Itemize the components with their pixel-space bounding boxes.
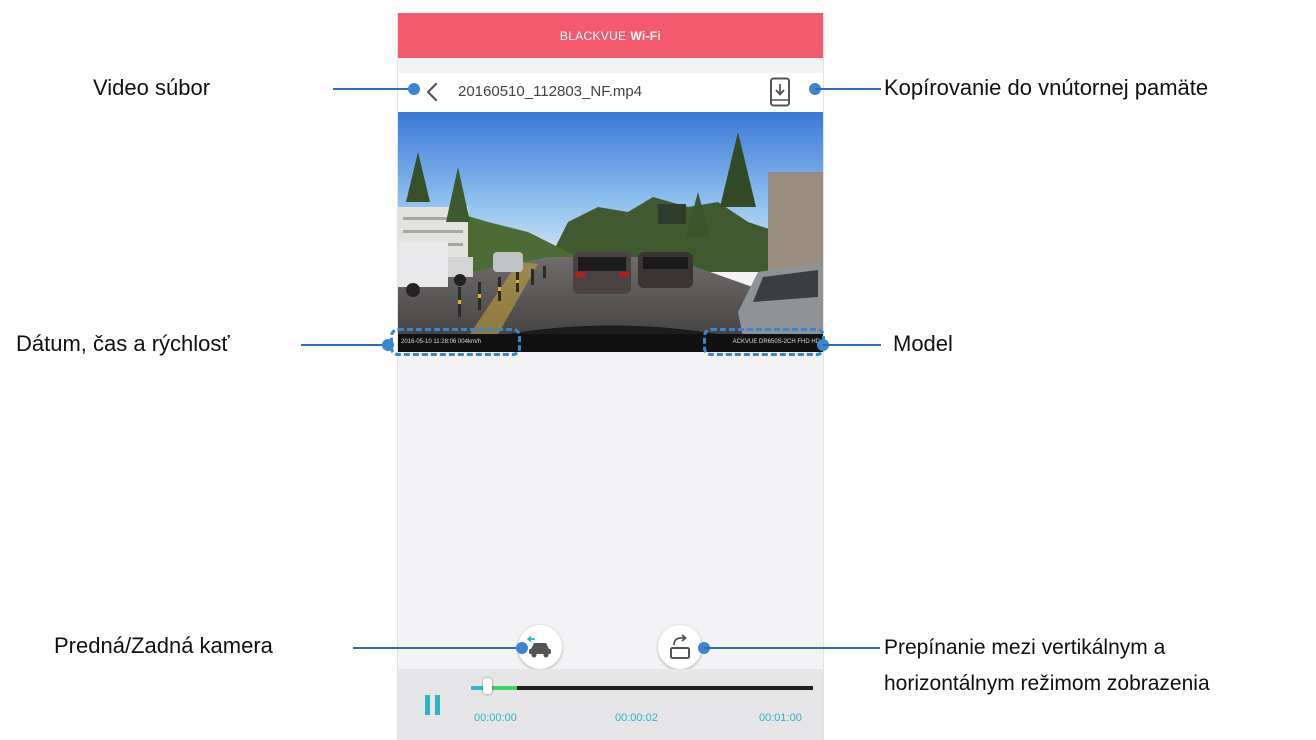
pause-button[interactable] bbox=[425, 695, 441, 715]
pause-icon bbox=[425, 695, 430, 715]
progress-buffered bbox=[489, 686, 517, 690]
time-current: 00:00:02 bbox=[615, 712, 658, 724]
marker-video-file bbox=[408, 83, 420, 95]
progress-thumb[interactable] bbox=[483, 678, 492, 694]
annotation-orientation-line2: horizontálnym režimom zobrazenia bbox=[884, 672, 1210, 695]
time-start: 00:00:00 bbox=[474, 712, 517, 724]
leader-video-file bbox=[333, 88, 413, 90]
playback-bar: 00:00:00 00:00:02 00:01:00 bbox=[398, 669, 823, 740]
app-title-bold: Wi-Fi bbox=[630, 28, 662, 43]
rotate-screen-button[interactable] bbox=[658, 625, 702, 669]
time-end: 00:01:00 bbox=[759, 712, 802, 724]
annotation-orientation-line1: Prepínanie mezi vertikálnym a bbox=[884, 636, 1166, 659]
app-title: BLACKVUE bbox=[559, 28, 627, 43]
annotation-copy-internal: Kopírovanie do vnútornej pamäte bbox=[884, 75, 1209, 100]
video-player-frame[interactable]: 2016-05-10 11:28:06 004km/h ACKVUE DR650… bbox=[398, 112, 823, 352]
file-name: 20160510_112803_NF.mp4 bbox=[458, 83, 643, 100]
file-bar: 20160510_112803_NF.mp4 bbox=[398, 73, 823, 112]
progress-track[interactable] bbox=[471, 686, 813, 690]
leader-front-rear bbox=[353, 647, 521, 649]
annotation-video-file: Video súbor bbox=[93, 75, 211, 100]
marker-date-time-speed bbox=[382, 339, 394, 351]
annotation-model: Model bbox=[893, 331, 953, 356]
chevron-left-icon[interactable] bbox=[424, 82, 442, 102]
car-front-rear-camera-icon bbox=[526, 635, 551, 658]
app-header: BLACKVUE Wi-Fi bbox=[398, 13, 823, 58]
marker-front-rear bbox=[516, 642, 528, 654]
model-highlight-box bbox=[703, 328, 825, 356]
dashcam-video-image bbox=[398, 112, 823, 352]
leader-date-time-speed bbox=[301, 344, 387, 346]
leader-orientation bbox=[704, 647, 880, 649]
leader-model bbox=[823, 344, 881, 346]
date-speed-highlight-box bbox=[390, 328, 521, 356]
phone-download-icon[interactable] bbox=[769, 77, 791, 107]
phone-screen: BLACKVUE Wi-Fi 20160510_112803_NF.mp4 20… bbox=[397, 13, 824, 740]
rotate-screen-icon bbox=[670, 634, 690, 659]
annotation-date-time-speed: Dátum, čas a rýchlosť bbox=[16, 331, 230, 356]
annotation-front-rear: Predná/Zadná kamera bbox=[54, 633, 273, 658]
leader-copy-internal bbox=[815, 88, 881, 90]
